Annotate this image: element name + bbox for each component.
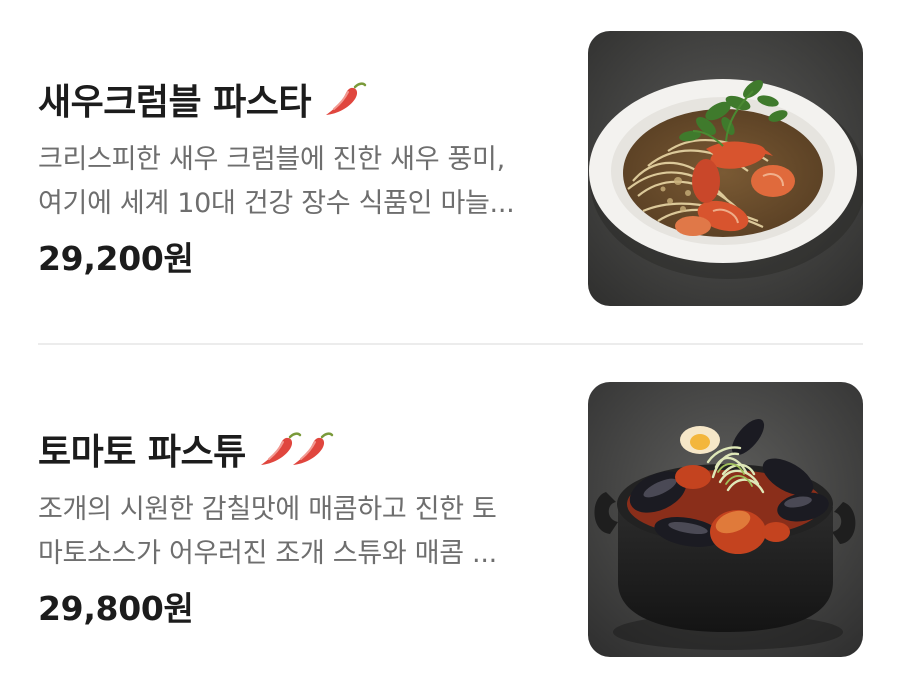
menu-item-text: 토마토 파스튜 조개의 시원한 감칠맛에 매콤하고 진한 토 마토소스가 어우러…	[38, 424, 568, 630]
menu-item-price: 29,200원	[38, 239, 194, 278]
description-line: 마토소스가 어우러진 조개 스튜와 매콤 ...	[38, 538, 497, 569]
title-row: 새우크럼블 파스타	[38, 74, 568, 124]
item-divider	[38, 343, 863, 345]
tomato-pastew-pot-photo	[588, 382, 863, 657]
description-line: 조개의 시원한 감칠맛에 매콤하고 진한 토	[38, 494, 497, 525]
menu-item-tomato-pastew[interactable]: 토마토 파스튜 조개의 시원한 감칠맛에 매콤하고 진한 토 마토소스가 어우러…	[0, 350, 900, 657]
spicy-indicator	[256, 429, 334, 469]
spicy-indicator	[321, 79, 367, 119]
menu-item-price: 29,800원	[38, 589, 194, 628]
menu-item-title: 토마토 파스튜	[38, 432, 246, 473]
description-line: 여기에 세계 10대 건강 장수 식품인 마늘...	[38, 188, 515, 219]
chili-pepper-icon	[326, 82, 367, 115]
menu-item-photo[interactable]	[588, 31, 863, 306]
menu-item-description: 조개의 시원한 감칠맛에 매콤하고 진한 토 마토소스가 어우러진 조개 스튜와…	[38, 488, 568, 576]
menu-item-title: 새우크럼블 파스타	[38, 82, 312, 123]
title-row: 토마토 파스튜	[38, 424, 568, 474]
menu-list: 새우크럼블 파스타 크리스피한 새우 크럼블에 진한 새우 풍미, 여기에 세계…	[0, 0, 900, 682]
chili-pepper-icon	[292, 432, 334, 465]
menu-item-shrimp-crumble-pasta[interactable]: 새우크럼블 파스타 크리스피한 새우 크럼블에 진한 새우 풍미, 여기에 세계…	[0, 0, 900, 306]
description-line: 크리스피한 새우 크럼블에 진한 새우 풍미,	[38, 144, 505, 175]
menu-item-photo[interactable]	[588, 382, 863, 657]
menu-item-text: 새우크럼블 파스타 크리스피한 새우 크럼블에 진한 새우 풍미, 여기에 세계…	[38, 74, 568, 280]
menu-item-description: 크리스피한 새우 크럼블에 진한 새우 풍미, 여기에 세계 10대 건강 장수…	[38, 138, 568, 226]
shrimp-crumble-pasta-photo	[588, 31, 863, 306]
